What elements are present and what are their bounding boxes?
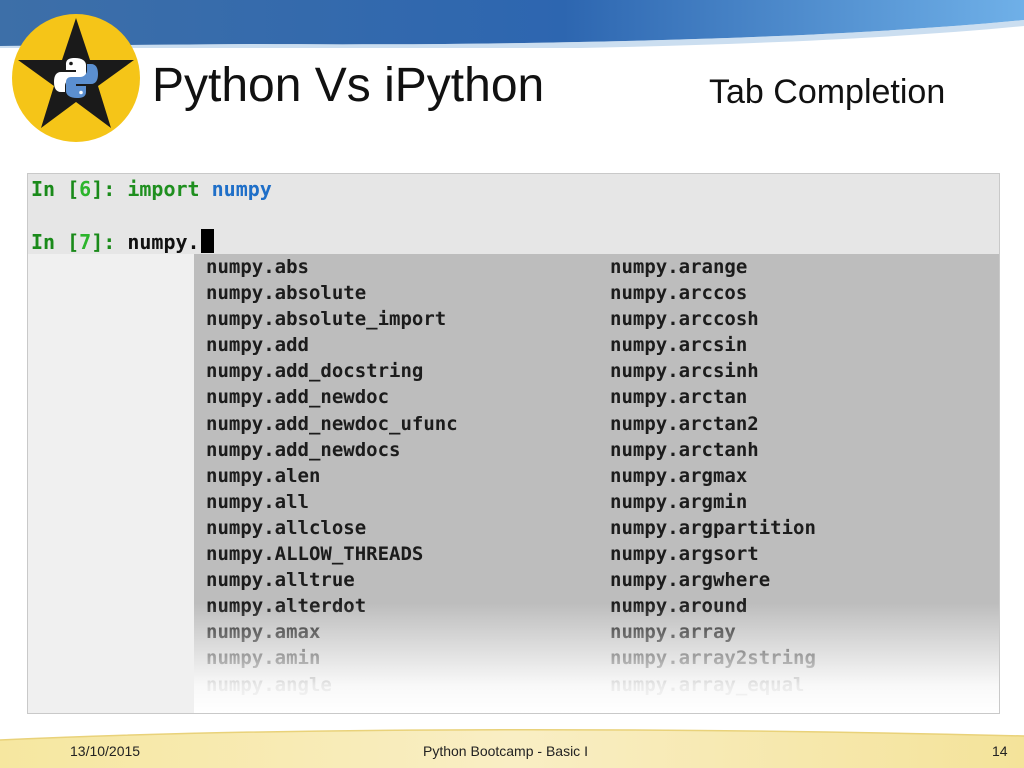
terminal-line-7[interactable]: In [7]: numpy. [31,229,214,255]
completion-item[interactable]: numpy.angle [206,672,458,698]
footer-title: Python Bootcamp - Basic I [423,743,588,759]
completion-item[interactable]: numpy.argmin [610,489,816,515]
completion-item[interactable]: numpy.array2string [610,645,816,671]
completion-item[interactable]: numpy.allclose [206,515,458,541]
completion-item[interactable]: numpy.arctan2 [610,411,816,437]
completion-item[interactable]: numpy.arcsin [610,332,816,358]
completion-item[interactable]: numpy.arctan [610,384,816,410]
completion-item[interactable]: numpy.arcsinh [610,358,816,384]
completion-item[interactable]: numpy.alterdot [206,593,458,619]
top-decorative-band [0,0,1024,48]
completion-item[interactable]: numpy.absolute [206,280,458,306]
completion-item[interactable]: numpy.absolute_import [206,306,458,332]
completion-item[interactable]: numpy.add_newdoc [206,384,458,410]
footer-page-number: 14 [992,743,1008,759]
typed-code: numpy. [127,230,200,254]
completion-item[interactable]: numpy.array_equal [610,672,816,698]
module-name: numpy [211,177,272,201]
slide-subtitle: Tab Completion [709,73,946,111]
keyword-import: import [127,177,200,201]
prompt-end: ]: [91,177,128,201]
slide-title: Python Vs iPython [152,59,545,112]
text-cursor [200,229,214,253]
completion-item[interactable]: numpy.add_newdoc_ufunc [206,411,458,437]
completion-item[interactable]: numpy.add_newdocs [206,437,458,463]
completion-item[interactable]: numpy.argmax [610,463,816,489]
completion-item[interactable]: numpy.arccosh [610,306,816,332]
completion-item[interactable]: numpy.around [610,593,816,619]
prompt-in: In [ [31,230,80,254]
completion-column-left: numpy.abs numpy.absolute numpy.absolute_im… [206,254,458,698]
completion-item[interactable]: numpy.argpartition [610,515,816,541]
terminal-left-margin [28,254,194,713]
completion-item[interactable]: numpy.array [610,619,816,645]
completion-item[interactable]: numpy.amax [206,619,458,645]
ipython-terminal: In [6]: import numpy In [7]: numpy. nump… [27,173,1000,714]
completion-item[interactable]: numpy.ALLOW_THREADS [206,541,458,567]
completion-popup[interactable]: numpy.abs numpy.absolute numpy.absolute_im… [194,254,999,713]
completion-item[interactable]: numpy.argwhere [610,567,816,593]
python-star-logo-icon [12,14,140,142]
footer-date: 13/10/2015 [70,743,141,759]
completion-item[interactable]: numpy.alen [206,463,458,489]
completion-item[interactable]: numpy.add_docstring [206,358,458,384]
completion-item[interactable]: numpy.add [206,332,458,358]
completion-item[interactable]: numpy.arange [610,254,816,280]
prompt-number: 6 [79,177,92,201]
completion-item[interactable]: numpy.arccos [610,280,816,306]
completion-item[interactable]: numpy.argsort [610,541,816,567]
completion-item[interactable]: numpy.alltrue [206,567,458,593]
terminal-line-6: In [6]: import numpy [31,176,272,202]
prompt-in: In [ [31,177,80,201]
completion-item[interactable]: numpy.arctanh [610,437,816,463]
completion-item[interactable]: numpy.all [206,489,458,515]
prompt-number: 7 [79,230,92,254]
completion-column-right: numpy.arange numpy.arccos numpy.arccosh num… [610,254,816,698]
prompt-end: ]: [91,230,128,254]
completion-item[interactable]: numpy.abs [206,254,458,280]
completion-item[interactable]: numpy.amin [206,645,458,671]
